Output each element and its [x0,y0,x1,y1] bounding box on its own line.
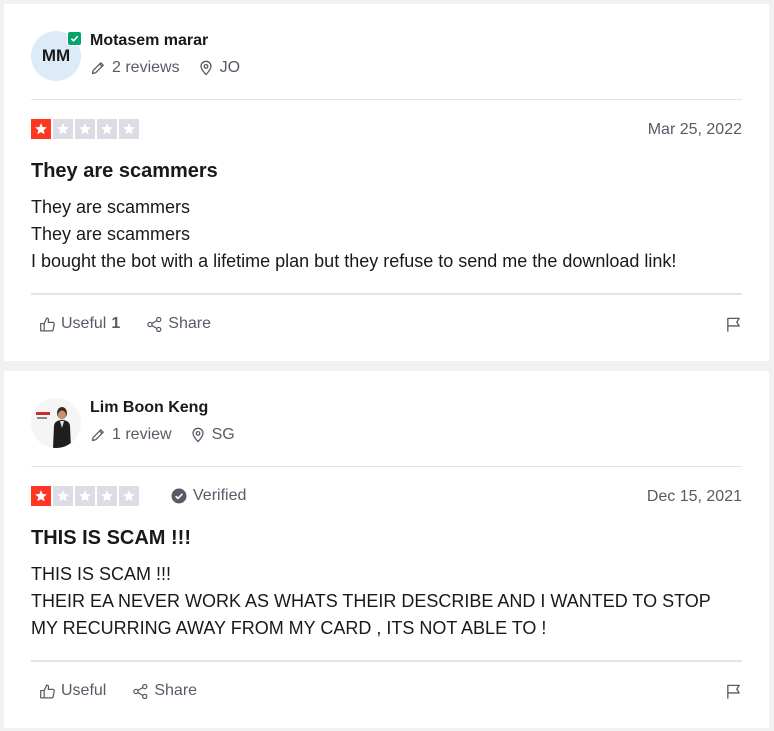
flag-icon [727,684,740,699]
star-icon [75,119,95,139]
review-count-text: 1 review [112,426,172,443]
star-icon [31,119,51,139]
share-label: Share [154,682,198,699]
review-count: 1 review [90,426,172,444]
review-body: THIS IS SCAM !!! THEIR EA NEVER WORK AS … [31,561,751,642]
review-body-line: THIS IS SCAM !!! [31,564,172,584]
useful-button[interactable]: Useful 1 [39,315,120,333]
pencil-icon [91,62,104,75]
review-body-line: THEIR EA NEVER WORK AS WHATS THEIR DESCR… [31,591,711,611]
review-body-line: MY RECURRING AWAY FROM MY CARD , ITS NOT… [31,618,547,638]
star-icon [119,119,139,139]
country-code: SG [211,426,235,443]
review-card: Lim Boon Keng 1 review SG Verified Dec 1… [4,371,769,728]
verified-profile-badge-icon [67,31,82,46]
review-title[interactable]: They are scammers [31,160,218,183]
review-count: 2 reviews [90,59,180,77]
country-code: JO [219,59,241,76]
review-body: They are scammers They are scammers I bo… [31,194,751,275]
thumbs-up-icon [40,683,55,699]
avatar[interactable] [31,398,81,448]
share-icon [133,683,148,699]
verified-badge[interactable]: Verified [171,487,246,505]
report-flag-button[interactable] [725,316,742,338]
review-date: Dec 15, 2021 [646,488,742,505]
reviewer-location: SG [190,426,235,444]
review-body-line: They are scammers [31,197,191,217]
location-pin-icon [199,60,212,76]
useful-label: Useful [61,315,107,332]
divider [31,466,742,467]
share-button[interactable]: Share [146,315,211,333]
divider [31,660,742,662]
useful-label: Useful [61,682,107,699]
divider [31,99,742,100]
star-icon [75,486,95,506]
thumbs-up-icon [40,316,55,332]
useful-count: 1 [111,315,121,332]
star-rating [31,119,139,139]
star-icon [97,486,117,506]
review-actions: Useful Share [39,682,223,700]
check-circle-icon [171,488,187,504]
pencil-icon [91,429,104,442]
location-pin-icon [191,427,204,443]
share-icon [147,316,162,332]
star-icon [31,486,51,506]
star-rating [31,486,139,506]
reviewer-meta: 1 review SG [90,426,253,444]
share-button[interactable]: Share [132,682,197,700]
reviewer-name[interactable]: Lim Boon Keng [90,399,208,417]
report-flag-button[interactable] [725,683,742,705]
reviewer-meta: 2 reviews JO [90,59,258,77]
avatar-initials: MM [41,46,71,65]
review-actions: Useful 1 Share [39,315,237,333]
verified-label: Verified [193,487,247,504]
review-card: MM Motasem marar 2 reviews JO Mar 25, 20… [4,4,769,361]
star-icon [53,119,73,139]
review-body-line: They are scammers [31,224,191,244]
useful-button[interactable]: Useful [39,682,106,700]
reviewer-name[interactable]: Motasem marar [90,32,208,50]
review-title[interactable]: THIS IS SCAM !!! [31,527,191,550]
profile-photo [31,398,81,448]
review-count-text: 2 reviews [112,59,180,76]
flag-icon [727,317,740,332]
star-icon [97,119,117,139]
review-body-line: I bought the bot with a lifetime plan bu… [31,251,677,271]
star-icon [119,486,139,506]
star-icon [53,486,73,506]
divider [31,293,742,295]
share-label: Share [168,315,211,332]
review-date: Mar 25, 2022 [647,121,742,138]
reviewer-location: JO [198,59,240,77]
